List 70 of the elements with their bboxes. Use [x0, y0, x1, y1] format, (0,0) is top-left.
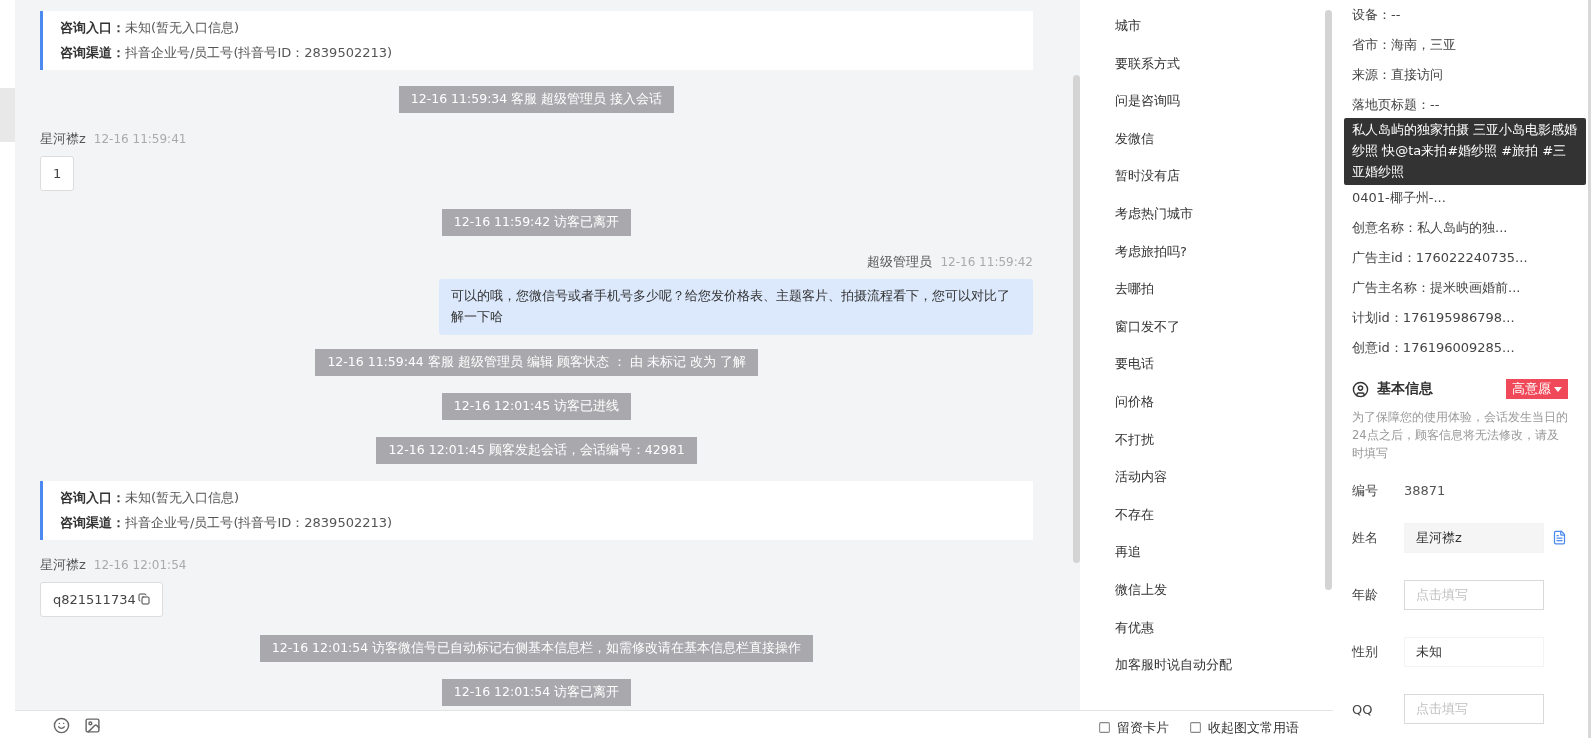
caret-icon: [1554, 386, 1562, 392]
entry-info-line: 咨询入口：未知(暂无入口信息): [60, 488, 241, 507]
phrase-item[interactable]: 发微信: [1115, 129, 1333, 168]
message-bubble: q821511734: [40, 581, 163, 617]
message-bubble: 可以的哦，您微信号或者手机号多少呢？给您发价格表、主题客片、拍摄流程看下，您可以对比了解一下哈: [439, 279, 1033, 335]
phrase-item[interactable]: 窗口发不了: [1115, 317, 1333, 356]
phrase-item[interactable]: 加客服时说自动分配: [1115, 656, 1333, 694]
info-row-text: 落地页标题：--: [1352, 96, 1441, 115]
info-row-text: 0401-椰子州-...: [1352, 188, 1447, 207]
sender-name: 星河襟z: [40, 130, 86, 148]
user-icon: [1352, 380, 1369, 398]
phrase-item[interactable]: 问是咨询吗: [1115, 92, 1333, 130]
sender-name: 星河襟z: [40, 555, 86, 574]
entry-info-line: 咨询渠道：抖音企业号/员工号(抖音号ID：2839502213): [60, 44, 394, 62]
entry-info-line: 咨询渠道：抖音企业号/员工号(抖音号ID：2839502213): [60, 513, 394, 532]
phrase-item[interactable]: 活动内容: [1115, 468, 1333, 506]
phrase-item[interactable]: 考虑热门城市: [1115, 204, 1333, 243]
checkbox-option[interactable]: 留资卡片: [1098, 717, 1169, 738]
message-time: 12-16 11:59:42: [940, 255, 1033, 269]
checkbox-icon: [1098, 721, 1111, 734]
tooltip: 私人岛屿的独家拍摄 三亚小岛电影感婚纱照 快@ta来拍#婚纱照 #旅拍 #三亚婚纱照: [1344, 118, 1586, 185]
system-notice: 12-16 12:01:54 访客微信号已自动标记右侧基本信息栏，如需修改请在基本信息栏直接操作: [259, 634, 814, 662]
phrase-item[interactable]: 不存在: [1115, 505, 1333, 544]
field-label: 编号: [1352, 481, 1379, 500]
phrase-item[interactable]: 不打扰: [1115, 430, 1333, 469]
phrase-item[interactable]: 城市: [1115, 17, 1333, 55]
phrase-item[interactable]: 微信上发: [1115, 580, 1333, 619]
checkbox-option[interactable]: 收起图文常用语: [1189, 717, 1299, 738]
phrase-item[interactable]: 再追: [1115, 543, 1333, 581]
phrase-item[interactable]: 暂时没有店: [1115, 167, 1333, 205]
system-notice: 12-16 11:59:42 访客已离开: [441, 209, 632, 236]
sender-name: 超级管理员: [867, 253, 933, 271]
section-title: 基本信息: [1377, 380, 1434, 398]
system-notice: 12-16 11:59:34 客服 超级管理员 接入会话: [398, 86, 675, 113]
field-value: 38871: [1404, 483, 1446, 499]
info-row-text: 计划id：176195986798...: [1352, 308, 1516, 327]
phrase-item[interactable]: 问价格: [1115, 392, 1333, 431]
info-row-text: 省市：海南，三亚: [1352, 36, 1457, 55]
info-row-text: 来源：直接访问: [1352, 66, 1444, 85]
info-row-text: 创意id：176196009285...: [1352, 338, 1516, 357]
select-field[interactable]: 未知: [1404, 637, 1544, 668]
intent-dropdown[interactable]: 高意愿: [1506, 379, 1568, 399]
message-time: 12-16 11:59:41: [93, 132, 187, 146]
scrollbar[interactable]: [1325, 10, 1332, 590]
phrase-item[interactable]: 考虑旅拍吗?: [1115, 242, 1333, 281]
system-notice: 12-16 12:01:45 访客已进线: [441, 392, 632, 420]
message-bubble: 1: [40, 156, 75, 191]
system-notice: 12-16 12:01:54 访客已离开: [441, 678, 632, 706]
phrase-item[interactable]: 有优惠: [1115, 618, 1333, 657]
name-field[interactable]: 星河襟z: [1404, 522, 1544, 553]
emoji-icon[interactable]: [53, 717, 70, 734]
info-row-text: 广告主id：176022240735...: [1352, 248, 1529, 267]
info-row-text: 广告主名称：提米映画婚前...: [1352, 278, 1522, 297]
system-notice: 12-16 12:01:45 顾客发起会话，会话编号：42981: [376, 436, 697, 464]
field-label: 年龄: [1352, 586, 1379, 605]
field-label: 姓名: [1352, 528, 1379, 547]
field-label: 性别: [1352, 643, 1379, 662]
image-icon[interactable]: [84, 717, 101, 734]
entry-info-line: 咨询入口：未知(暂无入口信息): [60, 19, 241, 37]
scrollbar[interactable]: [1073, 75, 1080, 563]
phrase-item[interactable]: 要电话: [1115, 355, 1333, 393]
field-label: QQ: [1352, 701, 1374, 717]
info-row-text: 创意名称：私人岛屿的独...: [1352, 218, 1509, 237]
info-row-text: 设备：--: [1352, 6, 1402, 24]
phrase-item[interactable]: 去哪拍: [1115, 280, 1333, 318]
system-notice: 12-16 11:59:44 客服 超级管理员 编辑 顾客状态 ： 由 未标记 改为 了解: [315, 348, 758, 376]
checkbox-icon: [1189, 721, 1202, 734]
message-time: 12-16 12:01:54: [93, 557, 187, 572]
info-note: 为了保障您的使用体验，会话发生当日的24点之后，顾客信息将无法修改，请及时填写: [1352, 409, 1568, 462]
phrase-item[interactable]: 要联系方式: [1115, 54, 1333, 93]
